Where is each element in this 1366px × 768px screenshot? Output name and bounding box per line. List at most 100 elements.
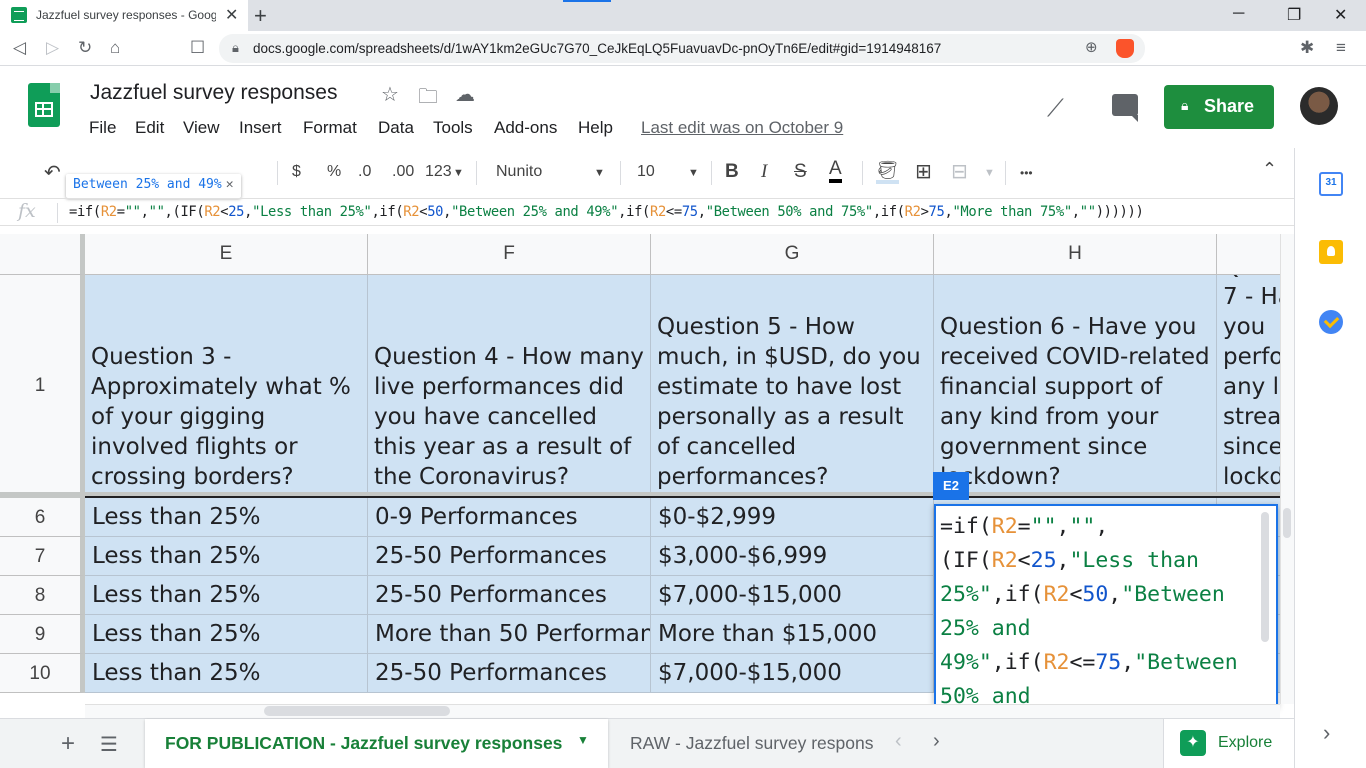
italic-button[interactable]: I — [761, 161, 767, 183]
new-tab-icon[interactable]: + — [254, 3, 267, 29]
explore-button[interactable]: ✦ Explore — [1163, 719, 1294, 768]
back-icon[interactable]: ◁ — [13, 38, 26, 58]
table-cell[interactable]: More than 50 Performances — [368, 615, 651, 654]
table-cell[interactable]: Less than 25% — [85, 498, 368, 537]
sheet-tab-raw[interactable]: RAW - Jazzfuel survey responses — [630, 733, 874, 754]
bookmark-icon[interactable]: ☐ — [190, 38, 205, 58]
borders-icon[interactable]: ⊞ — [915, 159, 932, 184]
row-header[interactable]: 1 — [0, 275, 85, 496]
bold-button[interactable]: B — [725, 161, 739, 183]
menu-format[interactable]: Format — [303, 118, 357, 138]
chevron-right-icon[interactable]: › — [933, 730, 940, 753]
chevron-down-icon[interactable]: ▼ — [453, 167, 464, 179]
table-cell[interactable]: Less than 25% — [85, 576, 368, 615]
menu-help[interactable]: Help — [578, 118, 613, 138]
sheets-logo-icon[interactable] — [28, 83, 60, 127]
editor-scrollbar[interactable] — [1261, 512, 1269, 642]
menu-insert[interactable]: Insert — [239, 118, 282, 138]
chevron-down-icon[interactable]: ▼ — [577, 733, 589, 747]
table-cell[interactable]: Less than 25% — [85, 537, 368, 576]
select-all-corner[interactable] — [0, 234, 85, 275]
menu-edit[interactable]: Edit — [135, 118, 164, 138]
text-color-button[interactable]: A — [829, 159, 842, 183]
formula-bar[interactable]: fx =if(R2="","",(IF(R2<25,"Less than 25%… — [0, 198, 1294, 226]
table-cell[interactable]: 0-9 Performances — [368, 498, 651, 537]
add-sheet-button[interactable]: + — [61, 730, 75, 758]
tasks-icon[interactable] — [1319, 310, 1343, 334]
browser-menu-icon[interactable]: ≡ — [1336, 38, 1346, 58]
all-sheets-icon[interactable]: ☰ — [100, 732, 118, 757]
cell-editor[interactable]: =if(R2="","", (IF(R2<25,"Less than 25%",… — [934, 504, 1278, 707]
star-icon[interactable]: ☆ — [381, 82, 399, 107]
font-select[interactable]: Nunito ▼ — [484, 159, 610, 187]
row-header[interactable]: 6 — [0, 498, 85, 537]
decrease-decimal-button[interactable]: .0 — [358, 163, 371, 181]
font-size-input[interactable]: 10 — [637, 163, 655, 181]
close-window-icon[interactable]: ✕ — [1334, 5, 1347, 25]
menu-tools[interactable]: Tools — [433, 118, 473, 138]
forward-icon[interactable]: ▷ — [46, 38, 59, 58]
undo-icon[interactable]: ↶ — [44, 160, 61, 185]
vertical-scrollbar[interactable] — [1280, 234, 1294, 704]
more-formats-button[interactable]: 123 — [425, 163, 452, 181]
menu-data[interactable]: Data — [378, 118, 414, 138]
column-header-h[interactable]: H — [934, 234, 1217, 275]
header-cell[interactable]: Question 7 - Have you performed any live… — [1217, 275, 1280, 496]
percent-button[interactable]: % — [327, 163, 341, 181]
comments-icon[interactable] — [1112, 94, 1138, 122]
avatar[interactable] — [1300, 87, 1338, 125]
home-icon[interactable]: ⌂ — [110, 38, 120, 58]
table-cell[interactable]: 25-50 Performances — [368, 654, 651, 693]
merge-cells-icon[interactable]: ⊟ — [951, 159, 968, 184]
move-folder-icon[interactable]: 🗀︎ — [418, 82, 438, 116]
zoom-icon[interactable]: ⊕ — [1085, 38, 1098, 56]
table-cell[interactable]: $3,000-$6,999 — [651, 537, 934, 576]
activity-trend-icon[interactable]: ⟋ — [1047, 95, 1064, 123]
header-cell[interactable]: Question 5 - How much, in $USD, do you e… — [651, 275, 934, 496]
more-tools-button[interactable]: ••• — [1020, 166, 1033, 180]
table-cell[interactable]: 25-50 Performances — [368, 576, 651, 615]
chevron-left-icon[interactable]: ‹ — [895, 730, 902, 753]
maximize-icon[interactable]: ❐ — [1287, 5, 1301, 25]
brave-shield-icon[interactable] — [1116, 39, 1134, 58]
collapse-toolbar-icon[interactable]: ⌃ — [1262, 159, 1277, 180]
row-header[interactable]: 7 — [0, 537, 85, 576]
chevron-down-icon[interactable]: ▼ — [688, 167, 699, 179]
formula-text[interactable]: =if(R2="","",(IF(R2<25,"Less than 25%",i… — [69, 204, 1144, 220]
menu-file[interactable]: File — [89, 118, 116, 138]
reload-icon[interactable]: ↻ — [78, 38, 92, 58]
strikethrough-button[interactable]: S — [794, 161, 807, 183]
vertical-scroll-thumb[interactable] — [1283, 508, 1291, 538]
increase-decimal-button[interactable]: .00 — [392, 163, 414, 181]
browser-tab[interactable]: Jazzfuel survey responses - Google Sheet… — [0, 0, 248, 31]
header-cell[interactable]: Question 3 - Approximately what % of you… — [85, 275, 368, 496]
chevron-down-icon[interactable]: ▼ — [984, 167, 995, 179]
document-title[interactable]: Jazzfuel survey responses — [90, 81, 337, 105]
row-header[interactable]: 8 — [0, 576, 85, 615]
row-header[interactable]: 10 — [0, 654, 85, 693]
calendar-icon[interactable]: 31 — [1319, 172, 1343, 196]
keep-icon[interactable] — [1319, 240, 1343, 264]
table-cell[interactable]: $7,000-$15,000 — [651, 654, 934, 693]
horizontal-scroll-thumb[interactable] — [264, 706, 450, 716]
currency-button[interactable]: $ — [292, 163, 301, 181]
minimize-icon[interactable]: ─ — [1233, 5, 1244, 23]
extensions-icon[interactable]: ✱ — [1300, 38, 1314, 58]
column-header-i[interactable] — [1217, 234, 1280, 275]
cloud-status-icon[interactable]: ☁︎ — [455, 82, 475, 107]
header-cell[interactable]: Question 6 - Have you received COVID-rel… — [934, 275, 1217, 496]
sheet-tab-publication[interactable]: FOR PUBLICATION - Jazzfuel survey respon… — [145, 719, 608, 768]
column-header-f[interactable]: F — [368, 234, 651, 275]
close-tab-icon[interactable]: ✕ — [225, 5, 238, 25]
close-icon[interactable]: ✕ — [226, 177, 234, 192]
table-cell[interactable]: Less than 25% — [85, 654, 368, 693]
last-edit-link[interactable]: Last edit was on October 9 — [641, 118, 843, 138]
address-bar[interactable]: 🔒︎ docs.google.com/spreadsheets/d/1wAY1k… — [219, 34, 1145, 63]
expand-panel-icon[interactable]: › — [1323, 720, 1330, 746]
table-cell[interactable]: $0-$2,999 — [651, 498, 934, 537]
table-cell[interactable]: $7,000-$15,000 — [651, 576, 934, 615]
menu-view[interactable]: View — [183, 118, 220, 138]
table-cell[interactable]: More than $15,000 — [651, 615, 934, 654]
table-cell[interactable]: 25-50 Performances — [368, 537, 651, 576]
table-cell[interactable]: Less than 25% — [85, 615, 368, 654]
